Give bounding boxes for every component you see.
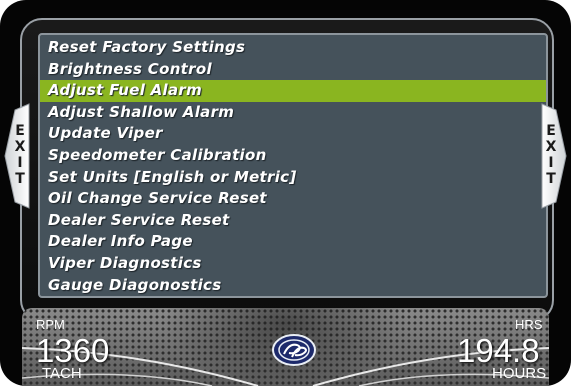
exit-letter: I xyxy=(17,155,23,171)
tach-value: 1360 xyxy=(36,332,110,369)
menu-list: Reset Factory Settings Brightness Contro… xyxy=(40,37,546,296)
menu-item-speedometer-calibration[interactable]: Speedometer Calibration xyxy=(40,145,546,167)
exit-label-right: E X I T xyxy=(538,123,564,187)
menu-item-gauge-diagnostics[interactable]: Gauge Diagonostics xyxy=(40,275,546,297)
exit-button-right[interactable]: E X I T xyxy=(541,100,567,212)
hours-value: 194.8 xyxy=(457,332,540,369)
exit-letter: X xyxy=(14,139,26,155)
exit-letter: X xyxy=(545,139,557,155)
settings-menu: Reset Factory Settings Brightness Contro… xyxy=(38,33,548,298)
exit-letter: I xyxy=(548,155,554,171)
menu-item-dealer-service-reset[interactable]: Dealer Service Reset xyxy=(40,210,546,232)
hrs-label: HRS xyxy=(515,317,543,332)
menu-item-brightness-control[interactable]: Brightness Control xyxy=(40,59,546,81)
exit-letter: T xyxy=(546,171,556,187)
menu-item-viper-diagnostics[interactable]: Viper Diagnostics xyxy=(40,253,546,275)
menu-item-adjust-fuel-alarm[interactable]: Adjust Fuel Alarm xyxy=(40,80,546,102)
hours-label: HOURS xyxy=(492,365,547,382)
tach-label: TACH xyxy=(42,365,82,382)
menu-item-oil-change-service-reset[interactable]: Oil Change Service Reset xyxy=(40,188,546,210)
menu-item-reset-factory-settings[interactable]: Reset Factory Settings xyxy=(40,37,546,59)
exit-button-left[interactable]: E X I T xyxy=(4,100,30,212)
exit-letter: T xyxy=(15,171,25,187)
menu-item-update-viper[interactable]: Update Viper xyxy=(40,123,546,145)
rpm-label: RPM xyxy=(36,317,65,332)
menu-item-adjust-shallow-alarm[interactable]: Adjust Shallow Alarm xyxy=(40,102,546,124)
menu-item-dealer-info-page[interactable]: Dealer Info Page xyxy=(40,231,546,253)
exit-label-left: E X I T xyxy=(7,123,33,187)
brand-logo-icon xyxy=(272,334,316,366)
exit-letter: E xyxy=(546,123,556,139)
menu-item-set-units[interactable]: Set Units [English or Metric] xyxy=(40,167,546,189)
exit-letter: E xyxy=(15,123,25,139)
